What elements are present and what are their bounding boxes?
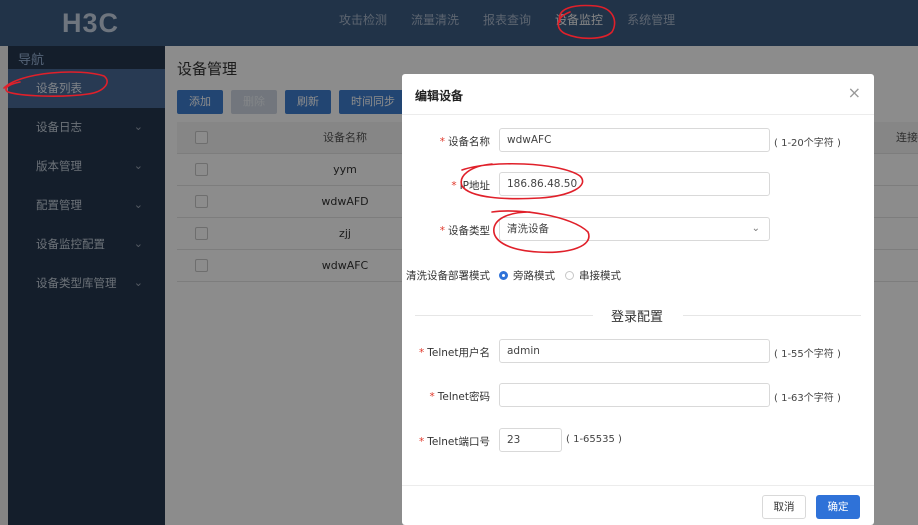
dialog-title: 编辑设备 — [415, 89, 464, 103]
bypass-mode-radio[interactable] — [499, 271, 508, 280]
device-type-label: 设备类型 — [448, 225, 490, 237]
login-config-section: 登录配置 — [415, 306, 861, 326]
cancel-button[interactable]: 取消 — [762, 495, 806, 519]
device-type-value: 清洗设备 — [507, 223, 549, 235]
close-icon[interactable]: × — [848, 83, 861, 102]
required-mark: * — [451, 180, 457, 192]
telnet-port-input[interactable]: 23 — [499, 428, 562, 452]
chevron-down-icon: ⌄ — [751, 223, 760, 234]
bypass-mode-label[interactable]: 旁路模式 — [513, 268, 555, 283]
ip-address-label: IP地址 — [459, 180, 490, 192]
divider — [683, 315, 861, 316]
login-config-title: 登录配置 — [611, 310, 664, 325]
edit-device-dialog: 编辑设备 × * 设备名称 wdwAFC ( 1-20个字符 ) * IP地址 18… — [402, 74, 874, 525]
field-telnet-user: * Telnet用户名 admin ( 1-55个字符 ) — [402, 339, 874, 365]
required-mark: * — [439, 225, 445, 237]
field-device-type: * 设备类型 清洗设备 ⌄ — [402, 217, 874, 243]
field-ip-address: * IP地址 186.86.48.50 — [402, 172, 874, 198]
required-mark: * — [429, 391, 435, 403]
inline-mode-radio[interactable] — [565, 271, 574, 280]
telnet-password-label: Telnet密码 — [437, 391, 490, 403]
device-name-hint: ( 1-20个字符 ) — [774, 138, 841, 149]
required-mark: * — [419, 347, 425, 359]
required-mark: * — [439, 136, 445, 148]
dialog-header: 编辑设备 × — [402, 74, 874, 115]
ip-address-input[interactable]: 186.86.48.50 — [499, 172, 770, 196]
confirm-button[interactable]: 确定 — [816, 495, 860, 519]
telnet-user-hint: ( 1-55个字符 ) — [774, 349, 841, 360]
device-name-input[interactable]: wdwAFC — [499, 128, 770, 152]
field-telnet-port: * Telnet端口号 23 ( 1-65535 ) — [402, 428, 874, 454]
telnet-port-label: Telnet端口号 — [427, 436, 490, 448]
inline-mode-label[interactable]: 串接模式 — [579, 268, 621, 283]
telnet-password-input[interactable] — [499, 383, 770, 407]
telnet-user-input[interactable]: admin — [499, 339, 770, 363]
field-device-name: * 设备名称 wdwAFC ( 1-20个字符 ) — [402, 128, 874, 154]
deploy-mode-radio-group: 旁路模式 串接模式 — [499, 268, 631, 283]
required-mark: * — [419, 436, 425, 448]
telnet-password-hint: ( 1-63个字符 ) — [774, 393, 841, 404]
deploy-mode-label: 清洗设备部署模式 — [406, 270, 490, 282]
device-type-select[interactable]: 清洗设备 ⌄ — [499, 217, 770, 241]
dialog-footer: 取消 确定 — [402, 485, 874, 525]
telnet-port-hint: ( 1-65535 ) — [566, 434, 622, 445]
telnet-user-label: Telnet用户名 — [427, 347, 490, 359]
field-telnet-password: * Telnet密码 ( 1-63个字符 ) — [402, 383, 874, 409]
divider — [415, 315, 593, 316]
device-name-label: 设备名称 — [448, 136, 490, 148]
field-deploy-mode: 清洗设备部署模式 旁路模式 串接模式 — [402, 262, 874, 288]
